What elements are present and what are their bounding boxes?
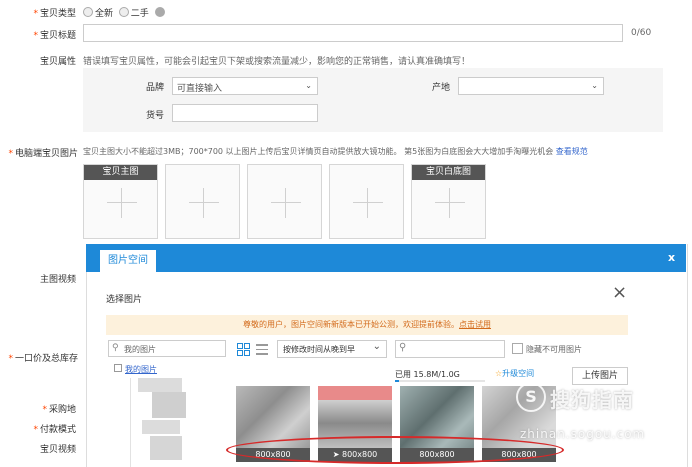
radio-new[interactable]: [83, 7, 93, 17]
type-label: * 宝贝类型: [33, 9, 76, 19]
list-view-icon[interactable]: [256, 344, 268, 355]
close-icon[interactable]: ×: [612, 284, 627, 302]
sku-input[interactable]: [172, 104, 318, 122]
image-slot-2[interactable]: [165, 164, 240, 239]
folder-item-blur-1[interactable]: [138, 378, 182, 392]
usage-bar: [395, 380, 485, 382]
hide-unavailable-checkbox[interactable]: [512, 343, 523, 354]
plus-icon: [353, 202, 383, 203]
dialog-close-x[interactable]: x: [668, 251, 675, 264]
radio-used[interactable]: [118, 7, 129, 17]
chevron-down-icon: ⌄: [372, 341, 381, 352]
pc-images-hint: 宝贝主图大小不能超过3MB；700*700 以上图片上传后宝贝详情页自动提供放大…: [83, 147, 588, 156]
plus-icon: [107, 202, 137, 203]
main-image-tag: 宝贝主图: [84, 165, 157, 180]
upload-button[interactable]: 上传图片: [572, 367, 628, 385]
brand-select-value: 可直接输入: [177, 84, 223, 94]
main-image-slot[interactable]: 宝贝主图: [83, 164, 158, 239]
image-search-input[interactable]: ⚲: [395, 340, 505, 358]
watermark-logo-icon: S: [516, 382, 546, 412]
baby-video-label: 宝贝视频: [39, 445, 76, 455]
notice-text: 尊敬的用户，图片空间新新版本已开始公测，欢迎提前体验。: [243, 320, 459, 329]
origin-select[interactable]: ⌄: [458, 77, 604, 95]
purchase-label: * 采购地: [42, 405, 76, 415]
tab-image-space[interactable]: 图片空间: [100, 250, 156, 272]
folder-my-images[interactable]: 我的图片: [114, 364, 157, 375]
folder-tree-line: [130, 378, 131, 467]
origin-label: 产地: [431, 83, 450, 93]
video-label: 主图视频: [39, 275, 76, 285]
title-label: * 宝贝标题: [33, 31, 76, 41]
chevron-down-icon: ⌄: [305, 81, 312, 90]
view-spec-link[interactable]: 查看规范: [556, 147, 588, 156]
radio-used-label: 二手: [130, 9, 149, 19]
watermark-url: zhinan.sogou.com: [520, 427, 646, 441]
search-icon: ⚲: [112, 343, 119, 353]
search-icon: ⚲: [399, 342, 407, 353]
sku-label: 货号: [145, 111, 164, 121]
white-image-slot[interactable]: 宝贝白底图: [411, 164, 486, 239]
price-label: * 一口价及总库存: [8, 354, 78, 364]
watermark-brand: 搜狗指南: [550, 388, 634, 412]
attr-hint: 错误填写宝贝属性，可能会引起宝贝下架或搜索流量减少，影响您的正常销售，请认真准确…: [83, 57, 471, 67]
radio-other[interactable]: [154, 7, 165, 17]
grid-view-icon[interactable]: [237, 343, 250, 356]
usage-text: 已用 15.8M/1.0G: [395, 370, 460, 379]
search-input[interactable]: ⚲ 我的图片: [108, 340, 226, 357]
notice-bar: 尊敬的用户，图片空间新新版本已开始公测，欢迎提前体验。点击试用: [106, 315, 628, 335]
title-counter: 0/60: [631, 28, 652, 38]
image-slot-4[interactable]: [329, 164, 404, 239]
sort-select[interactable]: 按修改时间从晚到早 ⌄: [277, 340, 387, 358]
image-slot-3[interactable]: [247, 164, 322, 239]
plus-icon: [435, 202, 465, 203]
folder-item-blur-2[interactable]: [152, 392, 186, 418]
annotation-ellipse: [226, 436, 564, 464]
plus-icon: [189, 202, 219, 203]
dialog-header: [86, 244, 686, 272]
hide-unavailable-label: 隐藏不可用图片: [526, 345, 582, 354]
notice-link[interactable]: 点击试用: [459, 320, 491, 329]
pc-images-label: * 电脑端宝贝图片: [8, 149, 78, 159]
white-image-tag: 宝贝白底图: [412, 165, 485, 180]
plus-icon: [271, 202, 301, 203]
type-radios: 全新 二手: [83, 6, 167, 19]
folder-collapse-icon: [114, 364, 122, 372]
brand-select[interactable]: 可直接输入 ⌄: [172, 77, 318, 95]
brand-label: 品牌: [145, 83, 164, 93]
dialog-subtitle: 选择图片: [106, 295, 143, 305]
upgrade-link[interactable]: ☆升级空间: [495, 368, 534, 379]
pay-label: * 付款模式: [33, 425, 76, 435]
folder-label: 我的图片: [125, 365, 157, 374]
attr-label: 宝贝属性: [39, 57, 76, 67]
folder-item-blur-4[interactable]: [150, 436, 182, 460]
folder-item-blur-3[interactable]: [142, 420, 180, 434]
title-input[interactable]: [83, 24, 623, 42]
search-placeholder: 我的图片: [124, 345, 156, 354]
chevron-down-icon: ⌄: [591, 81, 598, 90]
radio-new-label: 全新: [95, 9, 114, 19]
sort-select-value: 按修改时间从晚到早: [283, 345, 355, 354]
